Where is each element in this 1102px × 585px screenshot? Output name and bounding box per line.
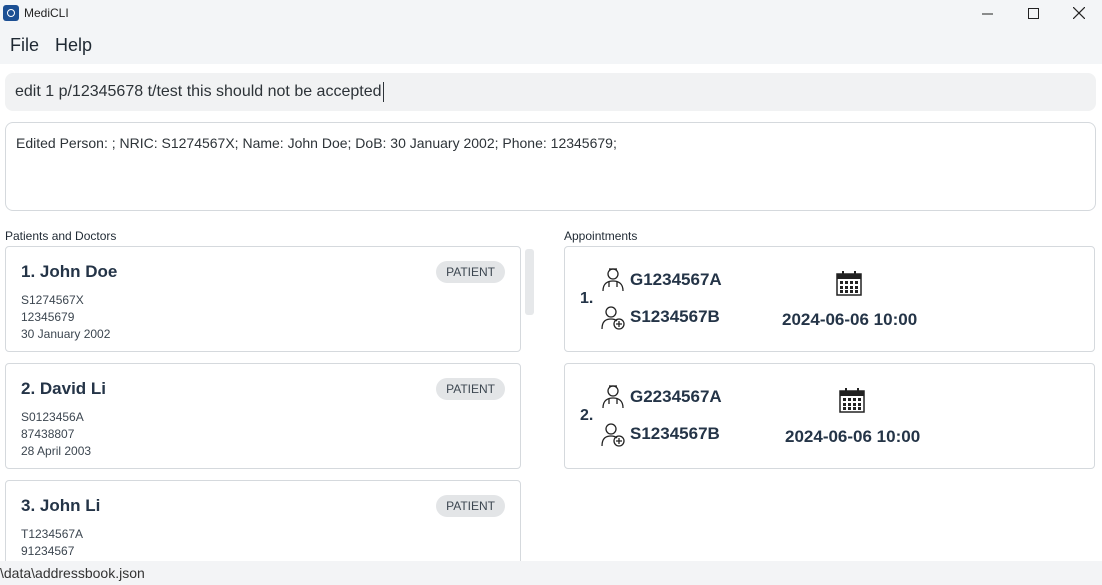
person-nric: T1234567A (21, 527, 84, 541)
menu-file[interactable]: File (4, 35, 45, 56)
person-name: 2. David Li (21, 379, 107, 398)
appointment-index: 2. (580, 407, 594, 424)
maximize-button[interactable] (1010, 0, 1056, 26)
doctor-icon (602, 268, 624, 292)
person-card[interactable]: 2. David Li PATIENT S0123456A 87438807 2… (5, 363, 521, 469)
person-card[interactable]: 1. John Doe PATIENT S1274567X 12345679 3… (5, 246, 521, 352)
person-nric: S1274567X (21, 293, 84, 307)
result-text: Edited Person: ; NRIC: S1274567X; Name: … (16, 135, 617, 151)
menu-bar: File Help (0, 26, 1102, 64)
person-tag: PATIENT (436, 495, 505, 517)
text-caret (382, 82, 384, 102)
person-nric: S0123456A (21, 410, 84, 424)
appointment-doctor-nric: G1234567A (630, 270, 722, 289)
person-dob: 28 April 2003 (21, 444, 92, 458)
close-icon (1073, 7, 1085, 19)
command-text[interactable]: edit 1 p/12345678 t/test this should not… (15, 83, 382, 101)
person-phone: 12345679 (21, 310, 75, 324)
appointment-index: 1. (580, 290, 594, 307)
calendar-icon (836, 271, 862, 296)
appointments-header: Appointments (564, 229, 638, 243)
title-bar: MediCLI (0, 0, 1102, 26)
person-name: 1. John Doe (21, 262, 118, 281)
patient-icon (601, 423, 625, 447)
window-title: MediCLI (24, 6, 69, 20)
person-list-scrollbar[interactable] (525, 249, 534, 315)
result-display: Edited Person: ; NRIC: S1274567X; Name: … (5, 122, 1096, 211)
appointment-datetime: 2024-06-06 10:00 (782, 310, 918, 329)
appointment-patient-nric: S1234567B (630, 307, 720, 326)
minimize-icon (981, 13, 993, 14)
appointment-patient-nric: S1234567B (630, 424, 720, 443)
calendar-icon (839, 388, 865, 413)
window-controls (964, 0, 1102, 26)
appointment-card[interactable]: 1. G1234567A S1234567B 2024-06-06 10:00 (564, 246, 1095, 352)
doctor-icon (602, 385, 624, 409)
person-list[interactable]: 1. John Doe PATIENT S1274567X 12345679 3… (5, 246, 521, 561)
person-tag: PATIENT (436, 261, 505, 283)
menu-help[interactable]: Help (49, 35, 98, 56)
person-card[interactable]: 3. John Li PATIENT T1234567A 91234567 (5, 480, 521, 561)
persons-header: Patients and Doctors (5, 229, 117, 243)
status-bar: \data\addressbook.json (0, 561, 1102, 585)
app-logo-icon (3, 5, 19, 21)
patient-icon (601, 306, 625, 330)
appointment-doctor-nric: G2234567A (630, 387, 722, 406)
command-input[interactable]: edit 1 p/12345678 t/test this should not… (5, 73, 1096, 111)
minimize-button[interactable] (964, 0, 1010, 26)
person-dob: 30 January 2002 (21, 327, 111, 341)
person-name: 3. John Li (21, 496, 101, 515)
save-location: \data\addressbook.json (0, 565, 145, 581)
person-tag: PATIENT (436, 378, 505, 400)
maximize-icon (1027, 7, 1039, 19)
appointment-card[interactable]: 2. G2234567A S1234567B 2024-06-06 10:00 (564, 363, 1095, 469)
appointment-datetime: 2024-06-06 10:00 (785, 427, 921, 446)
close-button[interactable] (1056, 0, 1102, 26)
person-phone: 91234567 (21, 544, 75, 558)
main-content: edit 1 p/12345678 t/test this should not… (0, 64, 1102, 561)
person-phone: 87438807 (21, 427, 75, 441)
